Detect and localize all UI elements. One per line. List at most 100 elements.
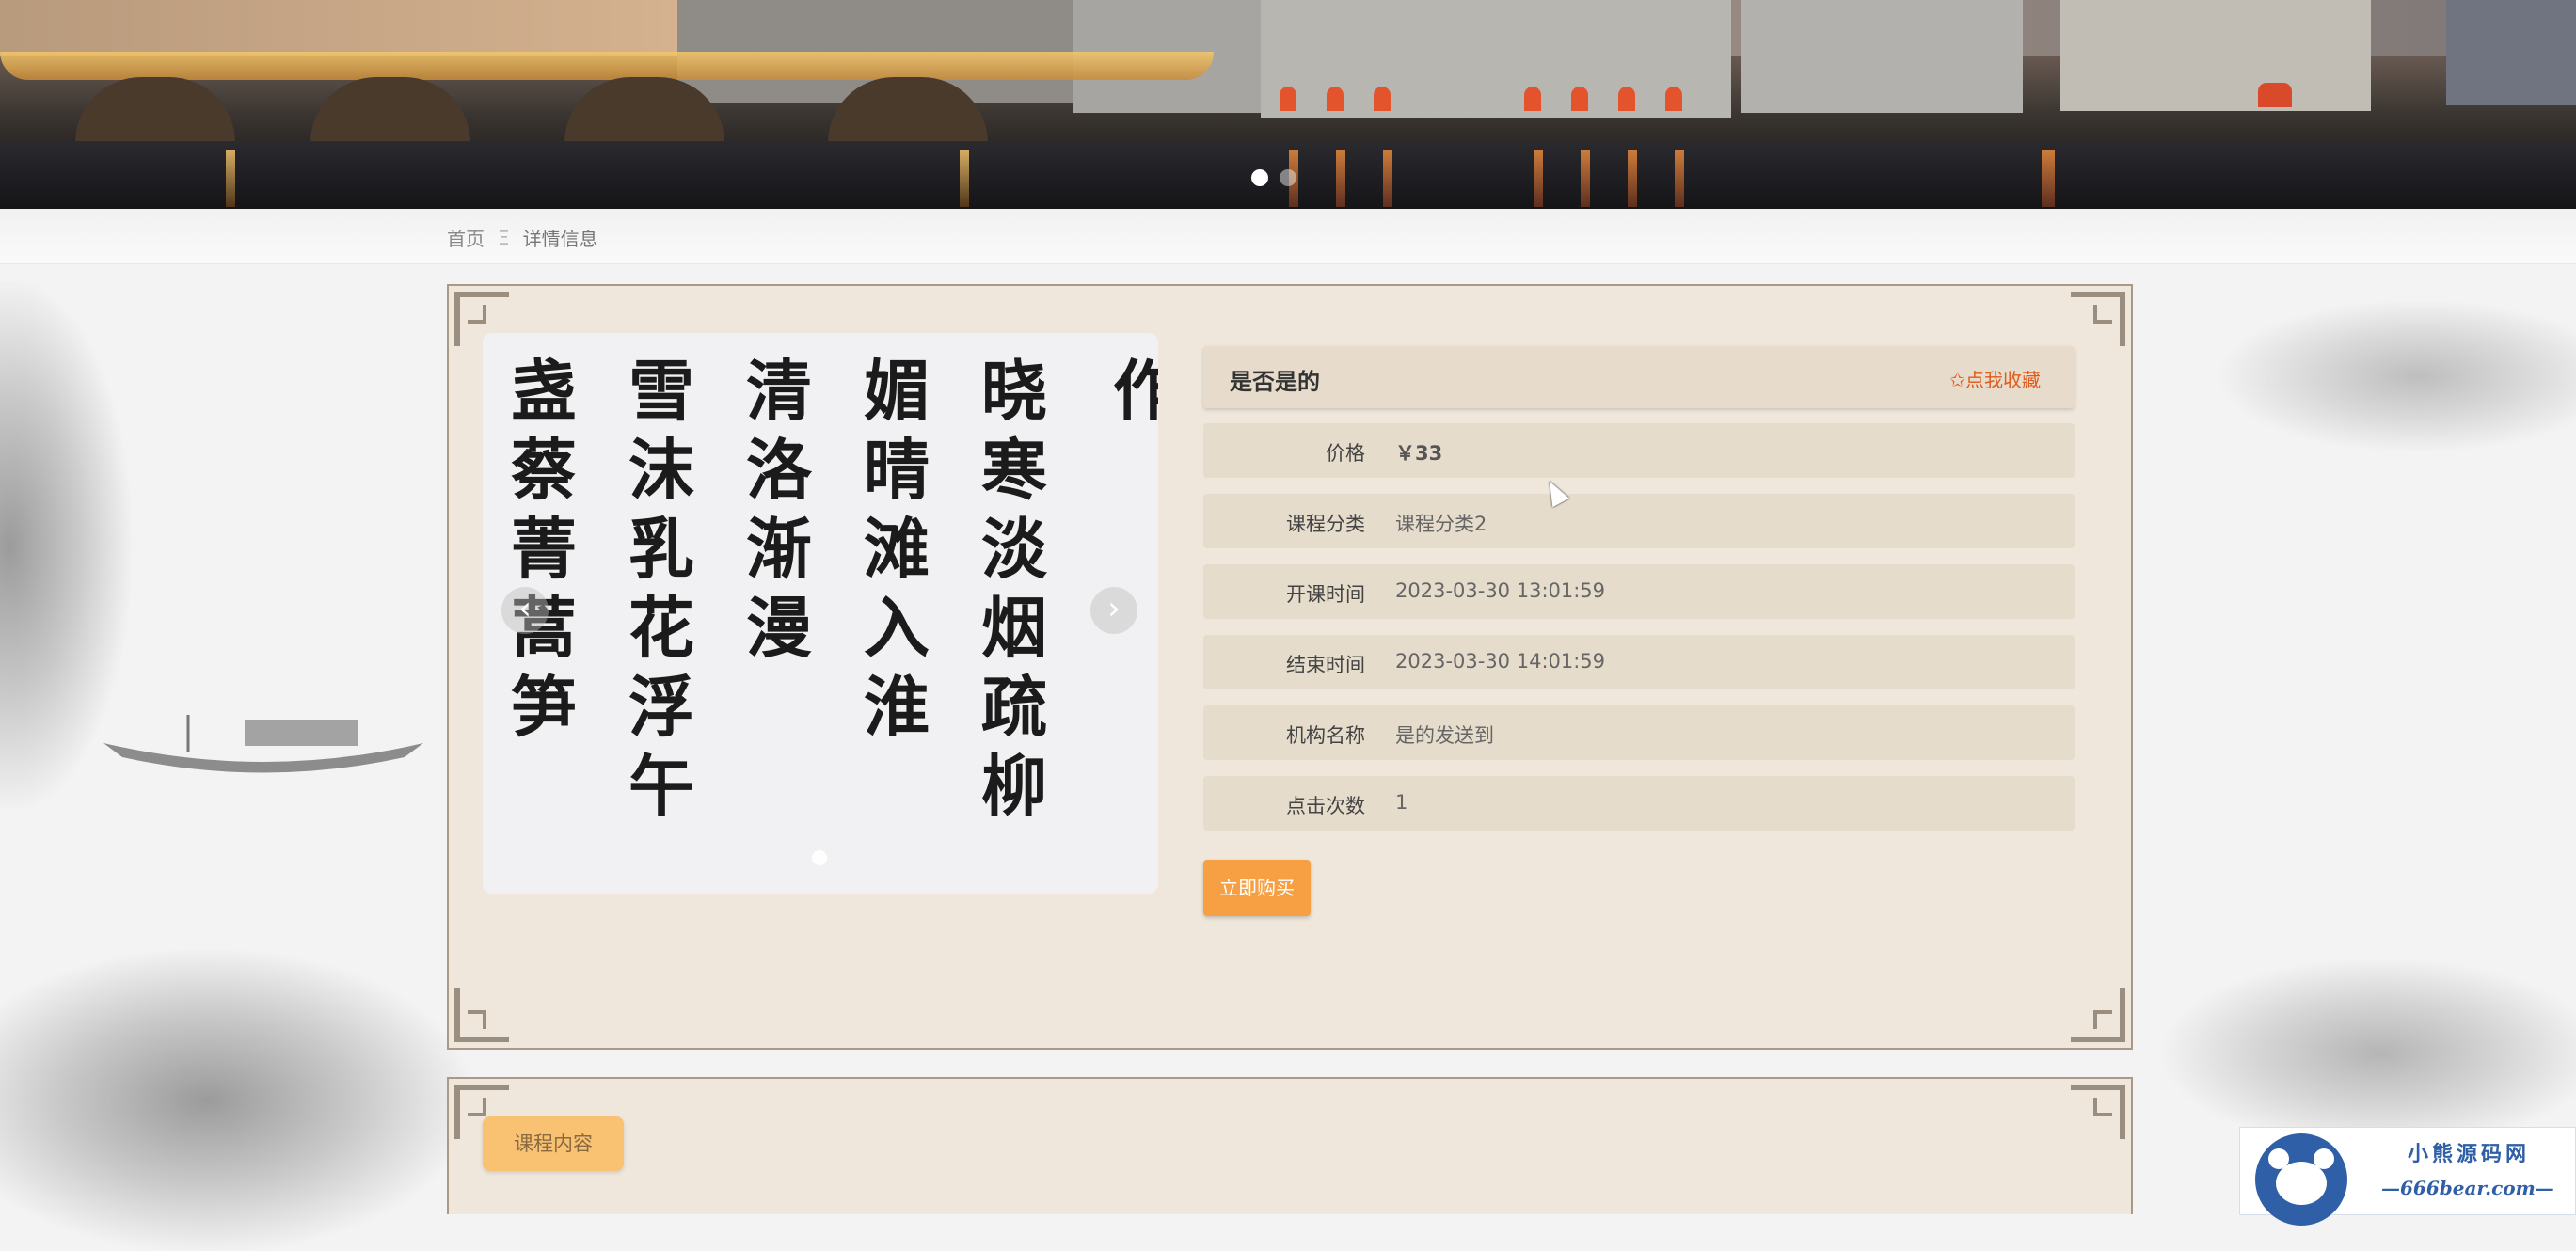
detail-value: 是的发送到 bbox=[1395, 724, 1494, 747]
calligraphy-glyph: 洛 bbox=[746, 431, 812, 509]
ink-mountain-art bbox=[0, 950, 470, 1251]
course-title: 是否是的 bbox=[1230, 369, 1320, 395]
calligraphy-glyph: 媚 bbox=[864, 352, 930, 430]
calligraphy-glyph: 笋 bbox=[511, 668, 577, 746]
lit-window bbox=[1524, 87, 1541, 111]
carousel-dot[interactable] bbox=[812, 850, 827, 865]
lit-window bbox=[1665, 87, 1682, 111]
breadcrumb-current: 详情信息 bbox=[522, 228, 598, 250]
water-reflection bbox=[1336, 150, 1345, 207]
breadcrumb-bar: 首页 Ξ 详情信息 bbox=[0, 209, 2576, 264]
carousel-next-button[interactable]: › bbox=[1090, 587, 1137, 634]
hero-banner bbox=[0, 0, 2576, 209]
banner-building bbox=[2446, 0, 2576, 105]
calligraphy-glyph: 菁 bbox=[511, 510, 577, 588]
breadcrumb-separator: Ξ bbox=[498, 226, 510, 249]
detail-label: 开课时间 bbox=[1286, 583, 1365, 606]
course-detail-panel: 盏蔡菁蒿笋 雪沫乳花浮午 清洛渐漫 媚晴滩入淮 晓寒淡烟疏柳 作 ‹ › 是否是… bbox=[447, 284, 2133, 1050]
detail-row-price: 价格 ￥33 bbox=[1203, 423, 2075, 478]
panel-corner-ornament bbox=[2071, 1085, 2125, 1139]
lit-window bbox=[1374, 87, 1391, 111]
water-reflection bbox=[960, 150, 969, 207]
calligraphy-glyph: 入 bbox=[864, 589, 930, 667]
detail-label: 机构名称 bbox=[1286, 724, 1365, 747]
detail-row-category: 课程分类 课程分类2 bbox=[1203, 494, 2075, 548]
detail-row-institution: 机构名称 是的发送到 bbox=[1203, 705, 2075, 760]
breadcrumb: 首页 Ξ 详情信息 bbox=[447, 224, 598, 251]
detail-value: ￥33 bbox=[1395, 442, 1443, 465]
calligraphy-glyph: 沫 bbox=[628, 431, 694, 509]
ink-mountain-art bbox=[2164, 959, 2576, 1148]
calligraphy-column: 媚晴滩入淮 bbox=[845, 352, 948, 879]
water-reflection bbox=[1581, 150, 1590, 207]
banner-bridge bbox=[0, 52, 1214, 80]
calligraphy-glyph: 作 bbox=[1113, 352, 1158, 430]
calligraphy-glyph: 盏 bbox=[511, 352, 577, 430]
lit-window bbox=[1571, 87, 1588, 111]
detail-label: 结束时间 bbox=[1286, 654, 1365, 676]
panel-corner-ornament bbox=[2071, 292, 2125, 346]
ink-mountain-art bbox=[2220, 301, 2576, 451]
detail-value: 2023-03-30 14:01:59 bbox=[1395, 650, 1606, 673]
ink-boat-art bbox=[103, 715, 423, 773]
water-reflection bbox=[1675, 150, 1684, 207]
detail-label: 价格 bbox=[1326, 442, 1365, 465]
course-content-panel: 课程内容 bbox=[447, 1077, 2133, 1214]
breadcrumb-home-link[interactable]: 首页 bbox=[447, 224, 485, 251]
banner-pagination bbox=[1251, 169, 1296, 186]
calligraphy-glyph: 滩 bbox=[864, 510, 930, 588]
tab-course-content[interactable]: 课程内容 bbox=[483, 1116, 624, 1171]
calligraphy-glyph: 淮 bbox=[864, 668, 930, 746]
bear-face-icon bbox=[2276, 1162, 2327, 1205]
lit-window bbox=[1618, 87, 1635, 111]
detail-label: 课程分类 bbox=[1286, 513, 1365, 535]
carousel-prev-button[interactable]: ‹ bbox=[501, 587, 549, 634]
detail-value: 课程分类2 bbox=[1395, 513, 1487, 535]
calligraphy-column: 晓寒淡烟疏柳 bbox=[962, 352, 1066, 879]
watermark-url: —666bear.com— bbox=[2381, 1177, 2554, 1199]
detail-row-end-time: 结束时间 2023-03-30 14:01:59 bbox=[1203, 635, 2075, 689]
calligraphy-glyph: 浮 bbox=[628, 668, 694, 746]
calligraphy-column: 清洛渐漫 bbox=[727, 352, 831, 879]
favorite-button[interactable]: ✩点我收藏 bbox=[1949, 365, 2041, 392]
calligraphy-glyph: 晓 bbox=[981, 352, 1047, 430]
detail-row-start-time: 开课时间 2023-03-30 13:01:59 bbox=[1203, 564, 2075, 619]
calligraphy-glyph: 渐 bbox=[746, 510, 812, 588]
calligraphy-glyph: 晴 bbox=[864, 431, 930, 509]
calligraphy-glyph: 寒 bbox=[981, 431, 1047, 509]
calligraphy-glyph: 烟 bbox=[981, 589, 1047, 667]
calligraphy-glyph: 清 bbox=[746, 352, 812, 430]
lit-window bbox=[1327, 87, 1344, 111]
banner-building bbox=[1741, 0, 2023, 113]
detail-label: 点击次数 bbox=[1286, 795, 1365, 817]
panel-corner-ornament bbox=[2071, 988, 2125, 1042]
bridge-arch bbox=[75, 77, 235, 143]
detail-value: 2023-03-30 13:01:59 bbox=[1395, 579, 1606, 602]
water-reflection bbox=[1383, 150, 1392, 207]
calligraphy-glyph: 柳 bbox=[981, 747, 1047, 825]
calligraphy-glyph: 蔡 bbox=[511, 431, 577, 509]
calligraphy-glyph: 花 bbox=[628, 589, 694, 667]
water-reflection bbox=[1628, 150, 1637, 207]
calligraphy-glyph: 雪 bbox=[628, 352, 694, 430]
calligraphy-glyph: 漫 bbox=[746, 589, 812, 667]
panel-corner-ornament bbox=[454, 988, 509, 1042]
detail-value: 1 bbox=[1395, 791, 1408, 814]
bear-logo-icon bbox=[2255, 1133, 2347, 1226]
watermark-logo: 小熊源码网 —666bear.com— bbox=[2239, 1127, 2576, 1226]
lit-window bbox=[1280, 87, 1296, 111]
banner-building bbox=[2060, 0, 2371, 111]
calligraphy-glyph: 淡 bbox=[981, 510, 1047, 588]
course-title-bar: 是否是的 ✩点我收藏 bbox=[1203, 346, 2075, 408]
calligraphy-column: 雪沫乳花浮午 bbox=[610, 352, 713, 879]
detail-row-click-count: 点击次数 1 bbox=[1203, 776, 2075, 831]
course-image-carousel[interactable]: 盏蔡菁蒿笋 雪沫乳花浮午 清洛渐漫 媚晴滩入淮 晓寒淡烟疏柳 作 ‹ › bbox=[483, 333, 1158, 894]
lit-window bbox=[2258, 83, 2292, 107]
calligraphy-glyph: 乳 bbox=[628, 510, 694, 588]
water-reflection bbox=[226, 150, 235, 207]
buy-now-button[interactable]: 立即购买 bbox=[1203, 860, 1311, 916]
water-reflection bbox=[2042, 150, 2055, 207]
banner-dot[interactable] bbox=[1251, 169, 1268, 186]
calligraphy-glyph: 疏 bbox=[981, 668, 1047, 746]
banner-dot[interactable] bbox=[1280, 169, 1296, 186]
